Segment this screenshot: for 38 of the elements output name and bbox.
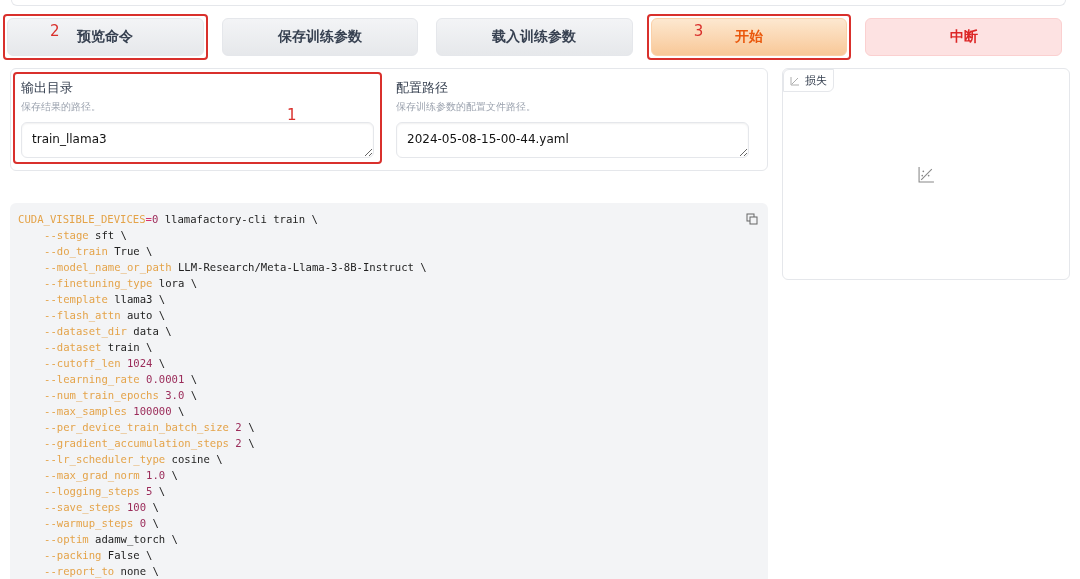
code-line: --warmup_steps 0 \ xyxy=(44,516,159,531)
annotation-number: 1 xyxy=(287,106,297,124)
code-line: --cutoff_len 1024 \ xyxy=(44,356,166,371)
code-line: --save_steps 100 \ xyxy=(44,500,159,515)
code-line: --finetuning_type lora \ xyxy=(44,276,198,291)
action-button[interactable]: 载入训练参数 xyxy=(436,18,633,56)
action-button[interactable]: 中断 xyxy=(865,18,1062,56)
code-line: --dataset_dir data \ xyxy=(44,324,172,339)
code-line: --report_to none \ xyxy=(44,564,159,579)
code-line: --model_name_or_path LLM-Research/Meta-Llama-3-8B-Instruct \ xyxy=(44,260,427,275)
copy-icon[interactable] xyxy=(746,213,758,225)
code-line: --logging_steps 5 \ xyxy=(44,484,166,499)
annotation-number: 3 xyxy=(693,22,704,40)
code-line: --packing False \ xyxy=(44,548,153,563)
code-line: --gradient_accumulation_steps 2 \ xyxy=(44,436,255,451)
input-field[interactable]: 2024-05-08-15-00-44.yaml xyxy=(396,122,749,158)
field-label: 输出目录 xyxy=(21,79,74,97)
annotation-number: 2 xyxy=(50,22,60,40)
chart-icon xyxy=(790,75,800,86)
code-line: --optim adamw_torch \ xyxy=(44,532,178,547)
code-line: --max_grad_norm 1.0 \ xyxy=(44,468,178,483)
chart-icon xyxy=(917,165,935,183)
field-hint: 保存训练参数的配置文件路径。 xyxy=(396,100,537,114)
code-line: --dataset train \ xyxy=(44,340,153,355)
code-line: --learning_rate 0.0001 \ xyxy=(44,372,198,387)
code-line: --num_train_epochs 3.0 \ xyxy=(44,388,198,403)
input-field[interactable]: train_llama3 xyxy=(21,122,374,158)
action-button[interactable]: 保存训练参数 xyxy=(221,18,419,56)
code-line: --template llama3 \ xyxy=(44,292,166,307)
code-line: --do_train True \ xyxy=(44,244,153,259)
field-label: 配置路径 xyxy=(396,79,449,97)
code-line: --max_samples 100000 \ xyxy=(44,404,185,419)
code-line: CUDA_VISIBLE_DEVICES=0 llamafactory-cli train \ xyxy=(18,212,318,227)
plot-title: 损失 xyxy=(805,73,827,88)
code-line: --per_device_train_batch_size 2 \ xyxy=(44,420,255,435)
code-line: --lr_scheduler_type cosine \ xyxy=(44,452,223,467)
code-line: --stage sft \ xyxy=(44,228,127,243)
code-line: --flash_attn auto \ xyxy=(44,308,166,323)
